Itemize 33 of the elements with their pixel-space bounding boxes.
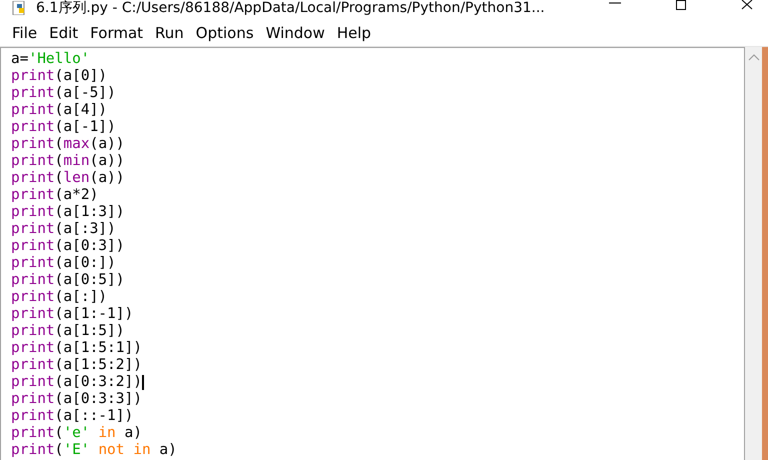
code-line: print(a[0:3:2]): [11, 374, 144, 391]
code-line: print(len(a)): [11, 170, 125, 187]
menu-item[interactable]: Window: [260, 24, 331, 42]
menu-item[interactable]: File: [6, 24, 44, 42]
menu-item[interactable]: Format: [84, 24, 150, 42]
code-line: print(a*2): [11, 187, 98, 204]
menu-item[interactable]: Edit: [43, 24, 84, 42]
code-line: print('e' in a): [11, 425, 142, 442]
code-line: print(a[1:5:2]): [11, 357, 142, 374]
code-line: print(a[4]): [11, 102, 108, 119]
code-line: print(a[:3]): [11, 221, 116, 238]
code-line: print(a[-1]): [11, 119, 116, 136]
code-line: print(a[::-1]): [11, 408, 134, 425]
window-title: 6.1序列.py - C:/Users/86188/AppData/Local/Programs/Python/Python31...: [36, 0, 546, 16]
code-line: print(a[-5]): [11, 85, 116, 102]
menu-item[interactable]: Options: [190, 24, 260, 42]
code-line: a='Hello': [11, 51, 90, 68]
code-line: print(a[1:5:1]): [11, 340, 142, 357]
scrollbar[interactable]: [745, 47, 768, 460]
menu-item[interactable]: Help: [330, 24, 378, 42]
menu-item[interactable]: Run: [149, 24, 190, 42]
code-line: print('E' not in a): [11, 442, 177, 459]
code-line: print(a[:]): [11, 289, 108, 306]
code-line: print(max(a)): [11, 136, 125, 153]
code-line: print(a[1:3]): [11, 204, 124, 221]
code-line: print(min(a)): [11, 153, 125, 170]
code-line: print(a[0]): [11, 68, 108, 85]
code-line: print(a[0:5]): [11, 272, 124, 289]
code-line: print(a[0:3]): [11, 238, 124, 255]
code-line: print(a[1:5]): [11, 323, 124, 340]
code-line: print(a[0:]): [11, 255, 116, 272]
code-line: print(a[1:-1]): [11, 306, 134, 323]
code-line: print(a[0:3:3]): [11, 391, 142, 408]
